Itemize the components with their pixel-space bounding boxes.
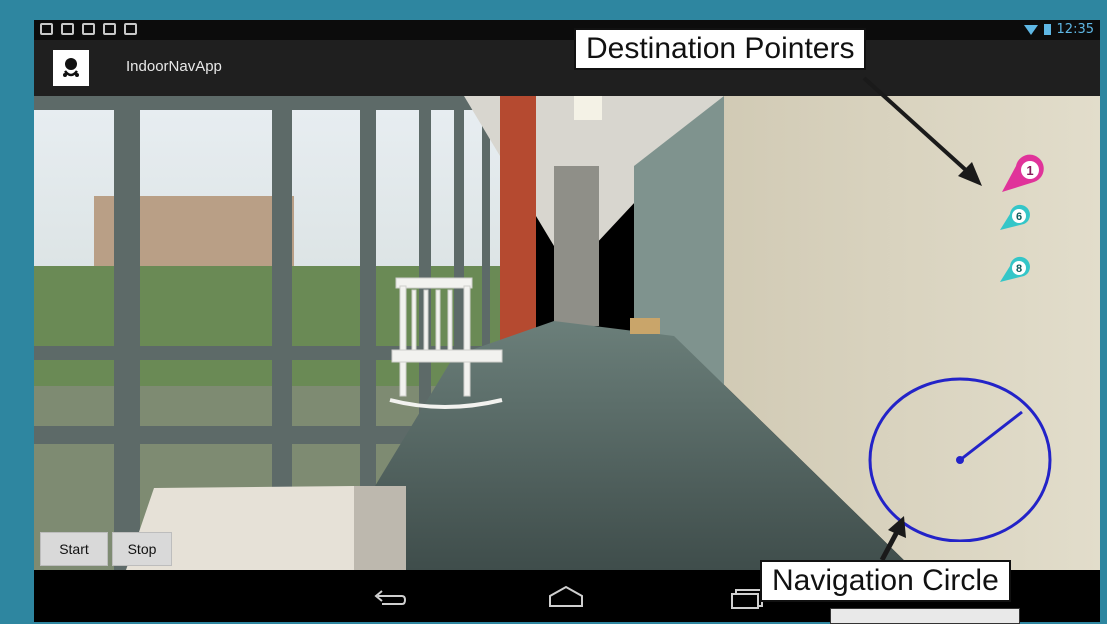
annotation-stub [830, 608, 1020, 624]
annotation-arrows [862, 76, 982, 562]
destination-pointers-callout: Destination Pointers [574, 28, 867, 70]
destination-arrow [862, 76, 970, 174]
navigation-arrow [879, 528, 901, 562]
navigation-circle-callout: Navigation Circle [760, 560, 1011, 602]
